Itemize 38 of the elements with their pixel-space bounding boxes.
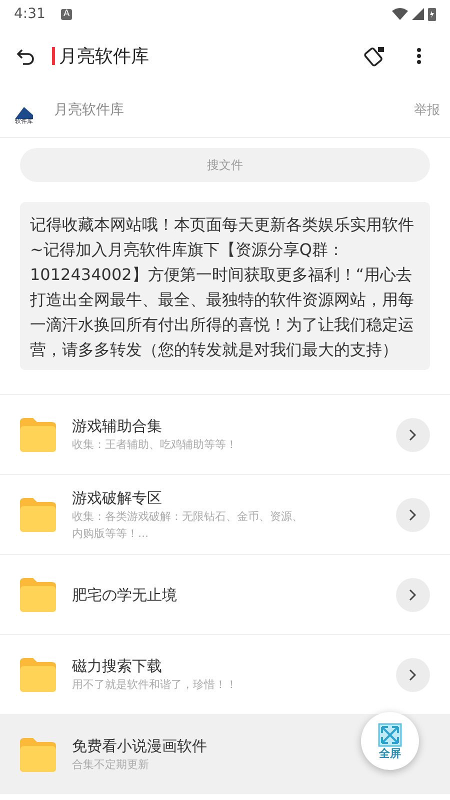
folder-icon: [20, 498, 56, 532]
folder-icon: [20, 578, 56, 612]
folder-row[interactable]: 游戏破解专区 收集：各类游戏破解：无限钻石、金币、资源、内购版等等！...: [0, 474, 450, 554]
folder-title: 磁力搜索下载: [72, 656, 162, 676]
signal-icon: [412, 8, 424, 20]
notice-text: 记得收藏本网站哦！本页面每天更新各类娱乐实用软件~记得加入月亮软件库旗下【资源分享Q群：1012434002】方便第一时间获取更多福利！“用心去打造出全网最牛、最全、最独特的软件资源网站，用每一滴汗水换回所有付出所得的喜悦！为了让我们稳定运营，请多多转发（您的转发就是对我们最大的支持）: [20, 202, 430, 370]
folder-icon: [20, 418, 56, 452]
open-button[interactable]: [396, 498, 430, 532]
folder-title: 肥宅の学无止境: [72, 584, 177, 604]
folder-row[interactable]: 肥宅の学无止境: [0, 554, 450, 634]
author-name[interactable]: 月亮软件库: [54, 100, 398, 121]
battery-icon: [428, 7, 436, 21]
search-field[interactable]: 搜文件: [20, 148, 430, 182]
open-button[interactable]: [396, 418, 430, 452]
folder-description: 收集：王者辅助、吃鸡辅助等等！: [72, 437, 238, 453]
open-button[interactable]: [396, 658, 430, 692]
chevron-icon: [409, 428, 417, 440]
chevron-icon: [409, 668, 417, 680]
chevron-icon: [409, 508, 417, 520]
folder-description: 合集不定期更新: [72, 757, 150, 773]
folder-description: 收集：各类游戏破解：无限钻石、金币、资源、内购版等等！...: [72, 508, 304, 542]
chevron-icon: [409, 588, 417, 600]
wifi-icon: [392, 8, 408, 20]
house-icon: [15, 104, 33, 118]
notification-icon: A: [61, 8, 72, 20]
folder-title: 游戏辅助合集: [72, 416, 162, 436]
folder-description: 用不了就是软件和谐了，珍惜！！: [72, 677, 238, 693]
folder-title: 游戏破解专区: [72, 488, 162, 508]
more-icon[interactable]: [416, 47, 422, 65]
status-time: 4:31: [14, 4, 46, 24]
open-button[interactable]: [396, 578, 430, 612]
rotation-lock-icon[interactable]: [364, 45, 386, 67]
folder-icon: [20, 738, 56, 772]
folder-icon: [20, 658, 56, 692]
folder-row[interactable]: 游戏辅助合集 收集：王者辅助、吃鸡辅助等等！: [0, 394, 450, 474]
folder-title: 免费看小说漫画软件: [72, 736, 207, 756]
page-title: 月亮软件库: [59, 44, 149, 68]
expand-icon: [378, 722, 402, 746]
